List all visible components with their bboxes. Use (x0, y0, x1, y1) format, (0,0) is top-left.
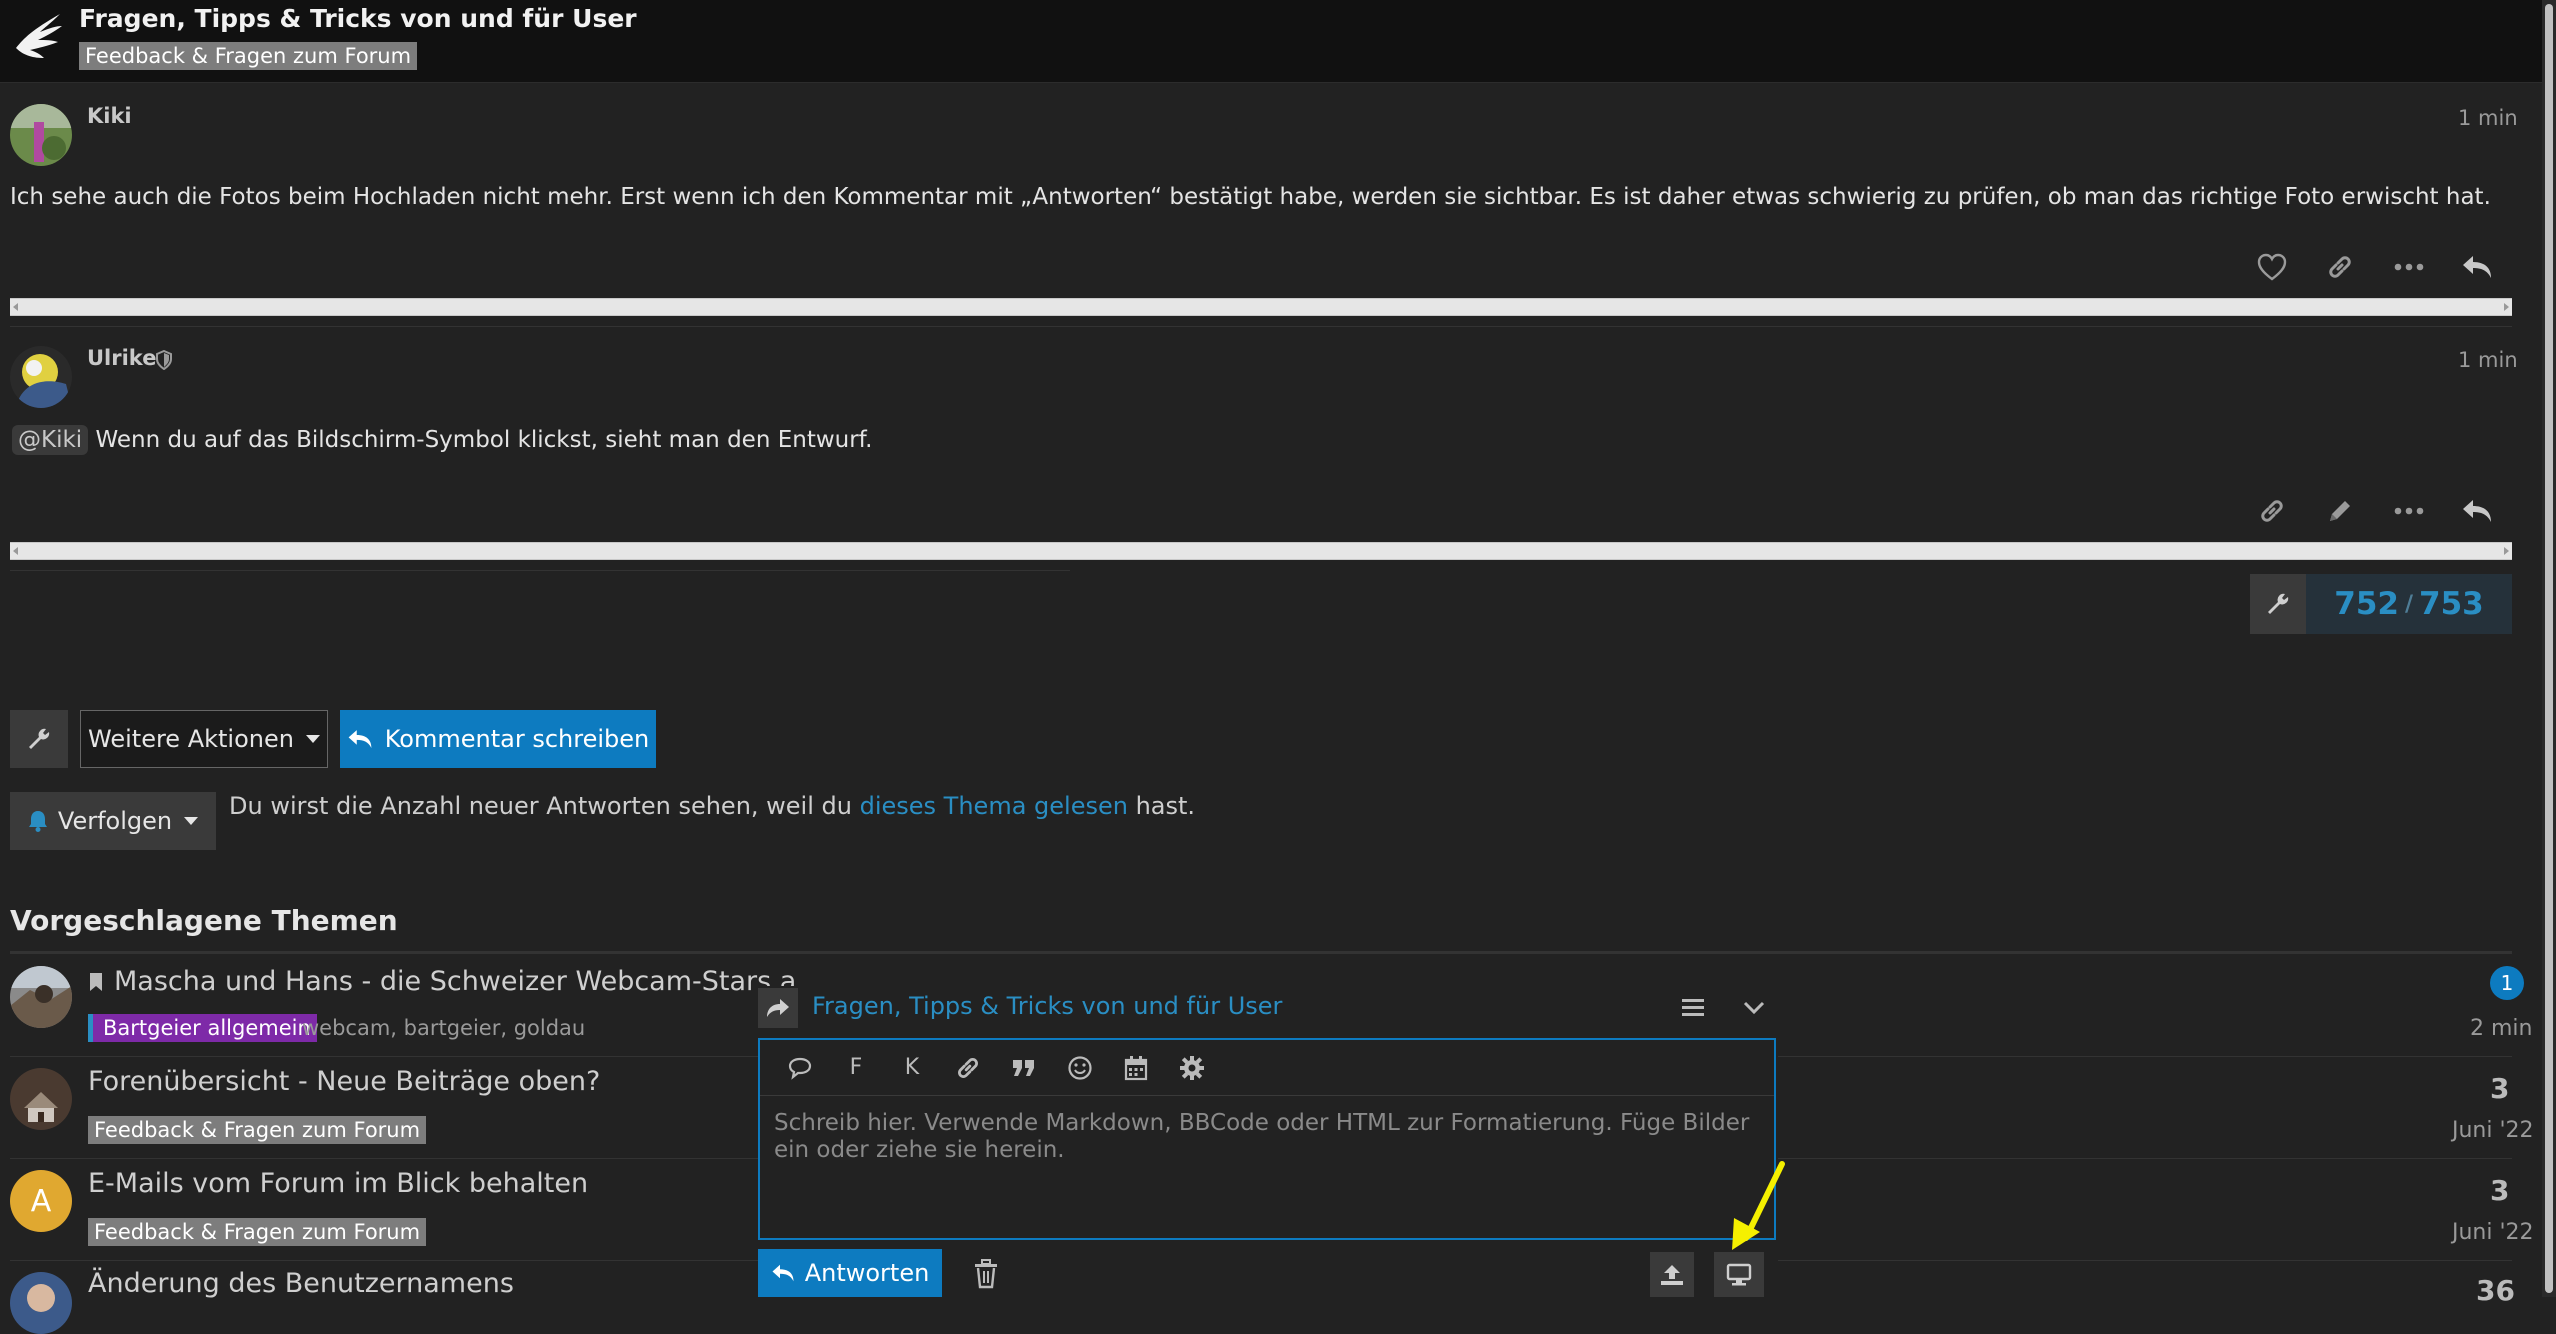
post-username[interactable]: Ulrike (87, 346, 156, 370)
post-content: @Kiki Wenn du auf das Bildschirm-Symbol … (12, 425, 873, 455)
emoji-icon[interactable] (1052, 1040, 1108, 1096)
link-icon[interactable] (2253, 492, 2291, 530)
gear-icon[interactable] (1164, 1040, 1220, 1096)
speech-bubble-icon[interactable] (772, 1040, 828, 1096)
topic-activity[interactable]: Juni '22 (2452, 1118, 2534, 1143)
toggle-preview-icon[interactable] (1714, 1252, 1764, 1297)
post-text: Wenn du auf das Bildschirm-Symbol klicks… (95, 427, 873, 453)
link-icon[interactable] (940, 1040, 996, 1096)
bell-icon (28, 811, 47, 832)
suggested-topic-title[interactable]: Mascha und Hans - die Schweizer Webcam-S… (114, 966, 796, 997)
annotation-arrow-icon (1726, 1160, 1788, 1252)
reply-icon[interactable] (2458, 492, 2496, 530)
composer-input[interactable]: Schreib hier. Verwende Markdown, BBCode … (774, 1110, 1764, 1164)
post-divider (10, 326, 2512, 327)
topic-activity[interactable]: Juni '22 (2452, 1220, 2534, 1245)
submit-reply-label: Antworten (804, 1259, 930, 1287)
more-actions-label: Weitere Aktionen (88, 725, 294, 753)
category-badge[interactable]: Feedback & Fragen zum Forum (79, 42, 418, 70)
avatar[interactable]: A (10, 1170, 72, 1232)
list-icon[interactable] (1680, 996, 1706, 1018)
reply-count[interactable]: 3 (2490, 1174, 2509, 1207)
follow-label: Verfolgen (57, 807, 173, 835)
bookmark-icon (88, 972, 104, 992)
reply-icon[interactable] (2458, 248, 2496, 286)
suggested-topic-title[interactable]: E-Mails vom Forum im Blick behalten (88, 1168, 588, 1199)
chevron-down-icon[interactable] (1742, 996, 1766, 1018)
avatar[interactable] (10, 1272, 72, 1334)
post-content: Ich sehe auch die Fotos beim Hochladen n… (10, 184, 2491, 210)
read-topic-link[interactable]: dieses Thema gelesen (860, 792, 1128, 820)
post-timestamp[interactable]: 1 min (2458, 348, 2518, 372)
horizontal-scrollbar[interactable] (10, 542, 2512, 560)
pencil-icon[interactable] (2321, 492, 2359, 530)
italic-button[interactable]: K (884, 1040, 940, 1096)
trash-icon[interactable] (964, 1252, 1008, 1296)
composer-topic-title[interactable]: Fragen, Tipps & Tricks von und für User (812, 992, 1282, 1020)
avatar[interactable] (10, 1068, 72, 1130)
reply-count[interactable]: 36 (2476, 1274, 2515, 1307)
quote-icon[interactable] (996, 1040, 1052, 1096)
category-badge[interactable]: Feedback & Fragen zum Forum (88, 1218, 427, 1246)
notice-text-end: hast. (1135, 792, 1196, 820)
category-badge[interactable]: Bartgeier allgemein (88, 1014, 317, 1042)
shield-icon (155, 350, 173, 370)
bold-button[interactable]: F (828, 1040, 884, 1096)
suggested-topic-title[interactable]: Forenübersicht - Neue Beiträge oben? (88, 1066, 600, 1097)
submit-reply-button[interactable]: Antworten (758, 1249, 942, 1297)
reply-icon (772, 1264, 794, 1282)
more-actions-button[interactable]: Weitere Aktionen (80, 710, 328, 768)
avatar[interactable] (10, 966, 72, 1028)
composer-toolbar: F K (760, 1040, 1774, 1096)
calendar-icon[interactable] (1108, 1040, 1164, 1096)
horizontal-scrollbar[interactable] (10, 298, 2512, 316)
heart-icon[interactable] (2253, 248, 2291, 286)
upload-icon[interactable] (1650, 1252, 1694, 1297)
wrench-icon[interactable] (2250, 574, 2306, 634)
user-mention[interactable]: @Kiki (12, 425, 89, 455)
share-arrow-icon[interactable] (758, 988, 798, 1028)
link-icon[interactable] (2321, 248, 2359, 286)
post-divider (10, 570, 1070, 571)
notification-level-button[interactable]: Verfolgen (10, 792, 216, 850)
post-timestamp[interactable]: 1 min (2458, 106, 2518, 130)
bird-logo-icon[interactable] (10, 8, 66, 64)
caret-down-icon (184, 817, 199, 825)
topic-admin-button[interactable] (10, 710, 68, 768)
ellipsis-icon[interactable] (2390, 492, 2428, 530)
reply-icon (348, 730, 372, 748)
post-username[interactable]: Kiki (87, 104, 132, 128)
scrollbar-thumb[interactable] (2545, 4, 2553, 1293)
topic-title[interactable]: Fragen, Tipps & Tricks von und für User (79, 4, 637, 33)
unread-count-badge[interactable]: 1 (2490, 966, 2524, 1000)
ellipsis-icon[interactable] (2390, 248, 2428, 286)
caret-down-icon (305, 735, 320, 743)
topic-tags[interactable]: webcam, bartgeier, goldau (302, 1016, 585, 1040)
avatar[interactable] (10, 104, 72, 166)
suggested-topic-title[interactable]: Änderung des Benutzernamens (88, 1268, 514, 1299)
write-comment-button[interactable]: Kommentar schreiben (340, 710, 656, 768)
wrench-icon (29, 728, 50, 749)
timeline-separator: / (2404, 591, 2414, 617)
reply-count[interactable]: 3 (2490, 1072, 2509, 1105)
avatar[interactable] (10, 346, 72, 408)
timeline-current: 752 (2334, 586, 2399, 622)
timeline-total: 753 (2419, 586, 2484, 622)
suggested-topics-divider (10, 951, 2512, 954)
write-comment-label: Kommentar schreiben (384, 725, 650, 753)
suggested-topics-heading: Vorgeschlagene Themen (10, 904, 398, 937)
notice-text: Du wirst die Anzahl neuer Antworten sehe… (229, 792, 852, 820)
timeline-progress[interactable]: 752 / 753 (2306, 574, 2512, 634)
avatar-letter: A (30, 1183, 52, 1219)
category-badge[interactable]: Feedback & Fragen zum Forum (88, 1116, 427, 1144)
notification-reason: Du wirst die Anzahl neuer Antworten sehe… (229, 792, 1195, 820)
topic-activity[interactable]: 2 min (2470, 1016, 2532, 1041)
